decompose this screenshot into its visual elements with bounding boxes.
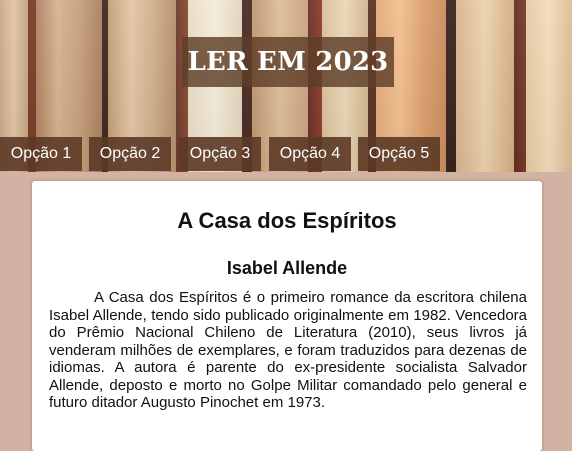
article-card: A Casa dos Espíritos Isabel Allende A Ca… [32,181,542,451]
book-title: A Casa dos Espíritos [177,208,397,233]
nav-option-2-button[interactable]: Opção 2 [89,137,171,171]
book-description: A Casa dos Espíritos é o primeiro romanc… [49,289,527,411]
main-nav: Opção 1 Opção 2 Opção 3 Opção 4 Opção 5 [0,137,572,171]
nav-option-3-button[interactable]: Opção 3 [179,137,261,171]
nav-option-4-button[interactable]: Opção 4 [269,137,351,171]
site-title-box: LER EM 2023 [182,37,394,87]
nav-option-5-button[interactable]: Opção 5 [358,137,440,171]
nav-option-1-button[interactable]: Opção 1 [0,137,82,171]
site-title: LER EM 2023 [187,47,389,77]
header-banner: LER EM 2023 Opção 1 Opção 2 Opção 3 Opçã… [0,0,572,172]
author-name: Isabel Allende [226,258,348,278]
